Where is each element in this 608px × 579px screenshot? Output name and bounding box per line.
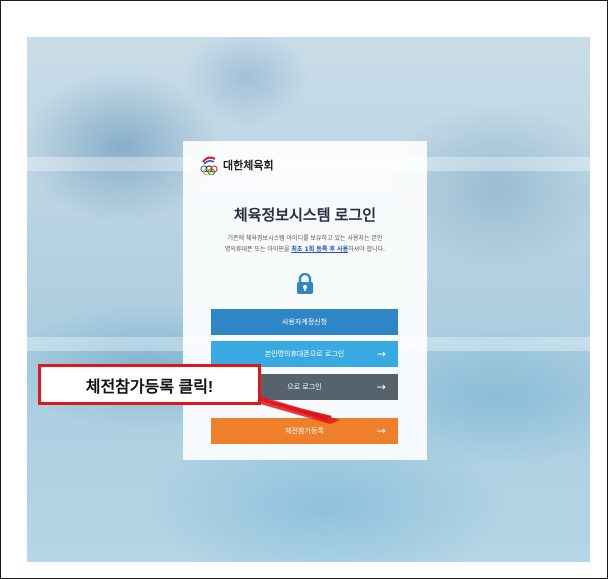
callout-pointer-icon [246,396,340,424]
annotation-callout: 체전참가등록 클릭! [38,364,261,405]
